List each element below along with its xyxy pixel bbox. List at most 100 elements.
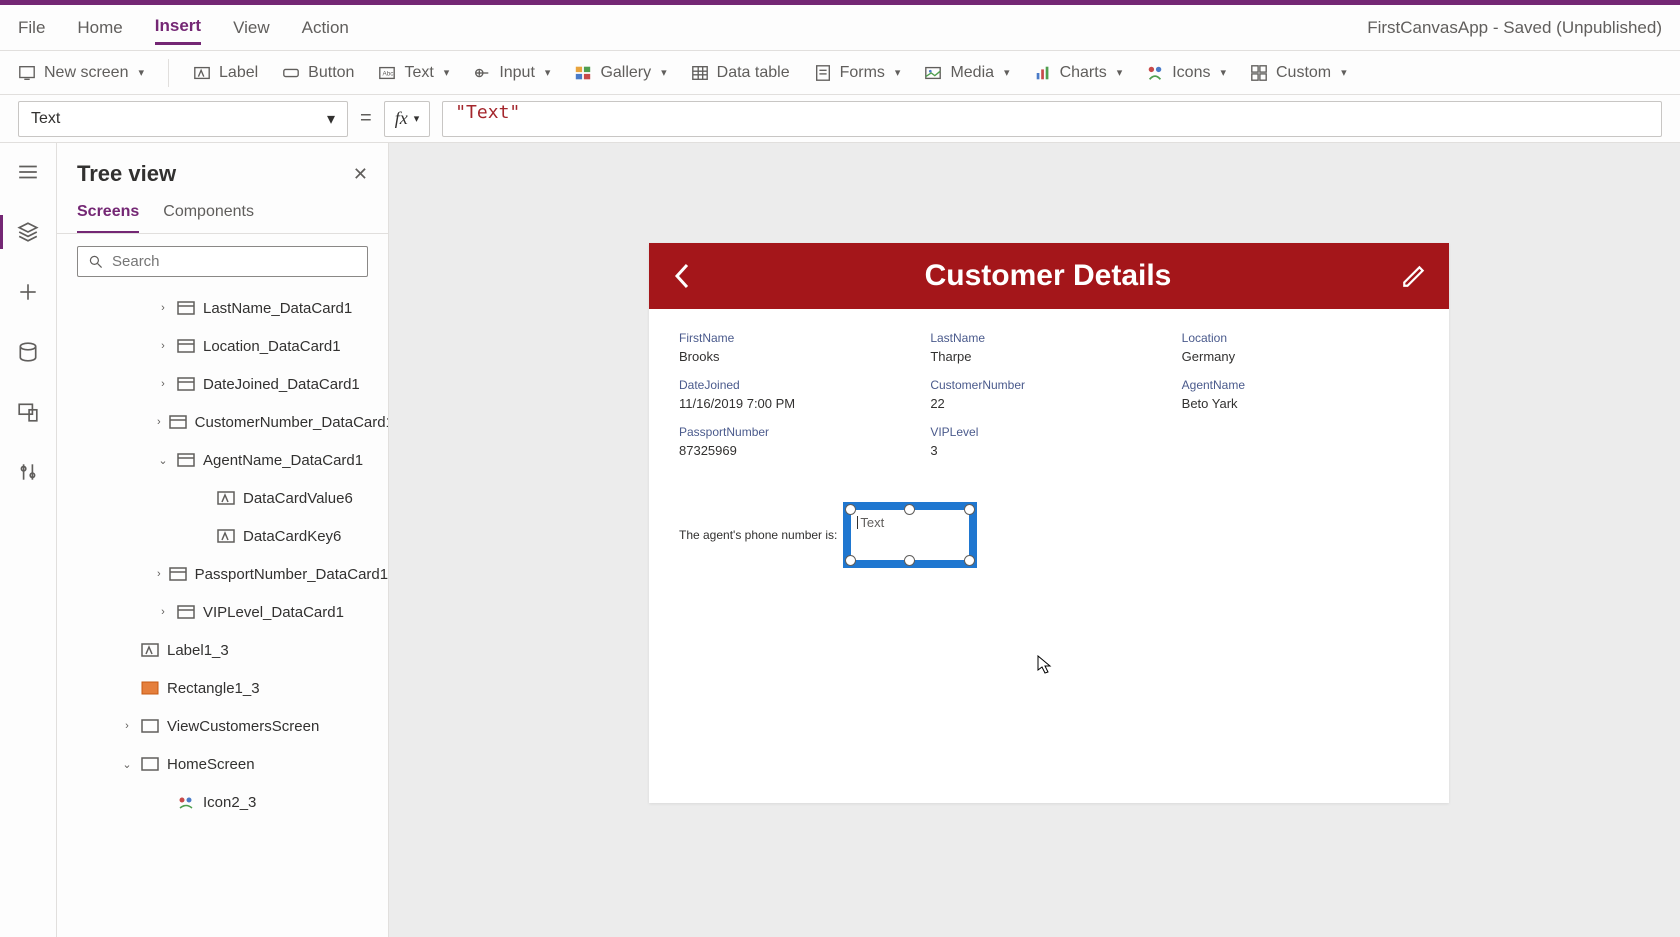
field-value: 3 — [930, 443, 1167, 458]
tree-node-label: ViewCustomersScreen — [167, 718, 319, 735]
edit-icon[interactable] — [1401, 263, 1427, 289]
chevron-icon[interactable]: › — [157, 340, 169, 352]
rail-tools[interactable] — [17, 461, 39, 483]
resize-handle[interactable] — [964, 555, 975, 566]
chevron-icon[interactable]: › — [157, 606, 169, 618]
field-value: 87325969 — [679, 443, 916, 458]
mouse-cursor — [1037, 655, 1053, 680]
tree-node-label: AgentName_DataCard1 — [203, 452, 363, 469]
tree-node-label: Icon2_3 — [203, 794, 256, 811]
tab-screens[interactable]: Screens — [77, 197, 139, 233]
chevron-down-icon: ▾ — [444, 66, 450, 79]
card-icon — [177, 377, 195, 391]
equals-sign: = — [360, 107, 372, 130]
menu-file[interactable]: File — [18, 12, 45, 44]
ribbon-data-table[interactable]: Data table — [691, 64, 790, 82]
menu-action[interactable]: Action — [302, 12, 349, 44]
resize-handle[interactable] — [904, 504, 915, 515]
canvas-area[interactable]: Customer Details FirstNameBrooksLastName… — [389, 143, 1680, 937]
chevron-icon[interactable]: ⌄ — [121, 758, 133, 771]
ribbon-media[interactable]: Media ▾ — [924, 64, 1009, 82]
rail-media[interactable] — [17, 401, 39, 423]
rail-data[interactable] — [17, 341, 39, 363]
ribbon-new-screen[interactable]: New screen ▾ — [18, 64, 144, 82]
ribbon-data-table-label: Data table — [717, 64, 790, 82]
field-value: 11/16/2019 7:00 PM — [679, 396, 916, 411]
ribbon-input[interactable]: Input ▾ — [473, 64, 550, 82]
plus-icon — [17, 281, 39, 303]
fx-button[interactable]: fx ▾ — [384, 101, 431, 137]
ribbon-custom[interactable]: Custom ▾ — [1250, 64, 1347, 82]
chevron-icon[interactable]: › — [121, 720, 133, 732]
tree-node[interactable]: Rectangle1_3 — [57, 669, 384, 707]
tree-node[interactable]: ›LastName_DataCard1 — [57, 289, 384, 327]
search-input[interactable] — [112, 253, 357, 270]
screen-icon — [141, 757, 159, 771]
tree-node-label: Location_DataCard1 — [203, 338, 341, 355]
tree-node[interactable]: Label1_3 — [57, 631, 384, 669]
property-selector-value: Text — [31, 110, 60, 128]
tree-node-label: DateJoined_DataCard1 — [203, 376, 360, 393]
menu-view[interactable]: View — [233, 12, 270, 44]
rail-hamburger[interactable] — [17, 161, 39, 183]
tree-node[interactable]: › ViewCustomersScreen — [57, 707, 384, 745]
tree-node[interactable]: ⌄HomeScreen — [57, 745, 384, 783]
tree-title: Tree view — [77, 161, 176, 187]
chevron-icon[interactable]: › — [157, 416, 161, 428]
tab-components[interactable]: Components — [163, 197, 254, 233]
selected-label-control[interactable]: Text — [843, 502, 977, 568]
tree-node[interactable]: DataCardValue6 — [57, 479, 384, 517]
property-selector[interactable]: Text ▾ — [18, 101, 348, 137]
text-icon: Abc — [378, 64, 396, 82]
ribbon-charts-label: Charts — [1060, 64, 1107, 82]
field-value: Tharpe — [930, 349, 1167, 364]
resize-handle[interactable] — [964, 504, 975, 515]
ribbon-gallery[interactable]: Gallery ▾ — [574, 64, 666, 82]
chevron-icon[interactable]: › — [157, 302, 169, 314]
ribbon-forms[interactable]: Forms ▾ — [814, 64, 901, 82]
ribbon-gallery-label: Gallery — [600, 64, 651, 82]
ribbon-label[interactable]: Label — [193, 64, 258, 82]
ribbon-icons[interactable]: Icons ▾ — [1146, 64, 1226, 82]
label-icon — [193, 64, 211, 82]
agent-phone-label: The agent's phone number is: — [679, 528, 837, 542]
tree-panel: Tree view ✕ Screens Components ›LastName… — [57, 143, 389, 937]
chevron-icon[interactable]: ⌄ — [157, 454, 169, 467]
menu-home[interactable]: Home — [77, 12, 122, 44]
canvas-screen[interactable]: Customer Details FirstNameBrooksLastName… — [649, 243, 1449, 803]
resize-handle[interactable] — [845, 504, 856, 515]
field-label: DateJoined — [679, 378, 916, 392]
tree-node[interactable]: ›PassportNumber_DataCard1 — [57, 555, 384, 593]
tree-node[interactable]: › DateJoined_DataCard1 — [57, 365, 384, 403]
tree-search[interactable] — [77, 246, 368, 277]
ribbon-sep — [168, 59, 169, 87]
chevron-icon[interactable]: › — [157, 568, 161, 580]
rail-tree-view[interactable] — [17, 221, 39, 243]
close-icon[interactable]: ✕ — [353, 164, 368, 185]
tree-node[interactable]: ›CustomerNumber_DataCard1 — [57, 403, 384, 441]
tree-scroll[interactable]: ›LastName_DataCard1›Location_DataCard1›D… — [57, 289, 388, 937]
field-value: Brooks — [679, 349, 916, 364]
rail-insert[interactable] — [17, 281, 39, 303]
formula-input[interactable]: "Text" — [442, 101, 1662, 137]
tree-node[interactable]: DataCardKey6 — [57, 517, 384, 555]
forms-icon — [814, 64, 832, 82]
menu-insert[interactable]: Insert — [155, 10, 201, 45]
field-label: AgentName — [1182, 378, 1419, 392]
card-icon — [177, 453, 195, 467]
tree-node[interactable]: › Location_DataCard1 — [57, 327, 384, 365]
media-icon — [924, 64, 942, 82]
resize-handle[interactable] — [904, 555, 915, 566]
card-icon — [177, 339, 195, 353]
tree-node[interactable]: Icon2_3 — [57, 783, 384, 821]
chevron-icon[interactable]: › — [157, 378, 169, 390]
resize-handle[interactable] — [845, 555, 856, 566]
ribbon-charts[interactable]: Charts ▾ — [1034, 64, 1123, 82]
ribbon-button[interactable]: Button — [282, 64, 354, 82]
ribbon-text[interactable]: Abc Text ▾ — [378, 64, 449, 82]
field-label: VIPLevel — [930, 425, 1167, 439]
tree-node[interactable]: ⌄ AgentName_DataCard1 — [57, 441, 384, 479]
field-label: CustomerNumber — [930, 378, 1167, 392]
back-icon[interactable] — [671, 261, 695, 291]
tree-node[interactable]: ›VIPLevel_DataCard1 — [57, 593, 384, 631]
